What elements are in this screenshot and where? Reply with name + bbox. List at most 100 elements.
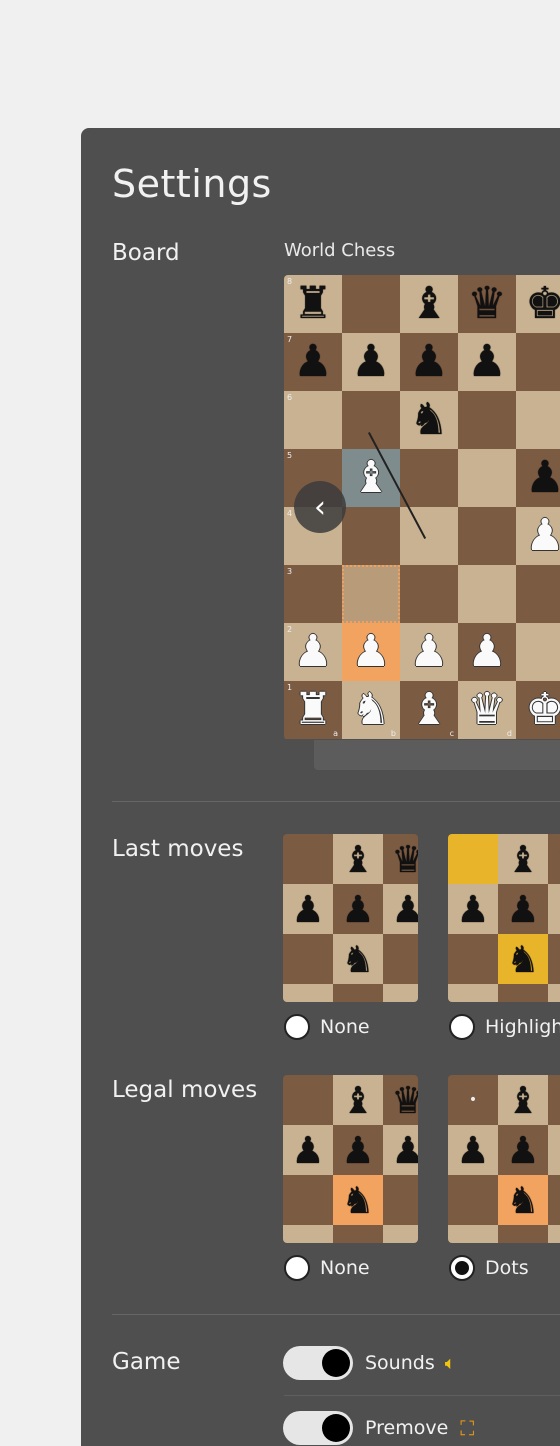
black-bishop-icon: ♝ xyxy=(341,837,375,881)
black-pawn-icon: ♟ xyxy=(506,1128,540,1172)
last-moves-none-preview[interactable]: ♝ ♛ ♟ ♟ ♟ ♞ xyxy=(283,834,418,1002)
black-pawn-icon: ♟ xyxy=(456,887,490,931)
sounds-toggle-row[interactable]: Sounds 🔈︎ xyxy=(283,1346,456,1380)
square-d3 xyxy=(458,565,516,623)
square-d8: ♛ xyxy=(458,275,516,333)
legal-moves-none-option[interactable]: None xyxy=(284,1255,370,1281)
square-b1: ♞ b xyxy=(342,681,400,739)
black-pawn-icon: ♟ xyxy=(467,336,507,387)
black-knight-icon: ♞ xyxy=(341,937,375,981)
black-pawn-icon: ♟ xyxy=(409,336,449,387)
black-bishop-icon: ♝ xyxy=(341,1078,375,1122)
black-knight-icon: ♞ xyxy=(506,937,540,981)
square-b8 xyxy=(342,275,400,333)
black-pawn-icon: ♟ xyxy=(391,887,418,931)
square-c8: ♝ xyxy=(400,275,458,333)
legal-moves-dots-preview[interactable]: • ♝ ♟ ♟ ♞ xyxy=(448,1075,560,1243)
white-bishop-icon: ♝ xyxy=(409,684,449,735)
square-e4: ♟ xyxy=(516,507,560,565)
square-c5 xyxy=(400,449,458,507)
black-pawn-icon: ♟ xyxy=(291,887,325,931)
square-b7: ♟ xyxy=(342,333,400,391)
square-d7: ♟ xyxy=(458,333,516,391)
radio-button[interactable] xyxy=(284,1014,310,1040)
square-e5: ♟ xyxy=(516,449,560,507)
black-rook-icon: ♜ xyxy=(293,278,333,329)
black-queen-icon: ♛ xyxy=(467,278,507,329)
square-b3-last-move xyxy=(342,565,400,623)
white-pawn-icon: ♟ xyxy=(467,626,507,677)
settings-panel: Settings Board World Chess 8 ♜ ♝ ♛ ♚ 7 ♟ ♟… xyxy=(81,128,560,1446)
game-section-label: Game xyxy=(112,1349,181,1375)
divider xyxy=(112,1314,560,1315)
sounds-toggle[interactable] xyxy=(283,1346,353,1380)
black-pawn-icon: ♟ xyxy=(341,887,375,931)
square-a2: 2 ♟ xyxy=(284,623,342,681)
white-queen-icon: ♛ xyxy=(467,684,507,735)
square-c7: ♟ xyxy=(400,333,458,391)
radio-button[interactable] xyxy=(449,1014,475,1040)
square-a8: 8 ♜ xyxy=(284,275,342,333)
black-pawn-icon: ♟ xyxy=(293,336,333,387)
square-a6: 6 xyxy=(284,391,342,449)
black-pawn-icon: ♟ xyxy=(391,1128,418,1172)
legal-moves-dots-option[interactable]: Dots xyxy=(449,1255,529,1281)
white-pawn-icon: ♟ xyxy=(293,626,333,677)
black-pawn-icon: ♟ xyxy=(341,1128,375,1172)
square-d5 xyxy=(458,449,516,507)
square-d2: ♟ xyxy=(458,623,516,681)
black-king-icon: ♚ xyxy=(525,278,560,329)
square-b2-selected: ♟ xyxy=(342,623,400,681)
last-moves-highlight-preview[interactable]: ♝ ♛ ♟ ♟ ♞ xyxy=(448,834,560,1002)
white-pawn-icon: ♟ xyxy=(351,626,391,677)
move-dot-icon: • xyxy=(468,1092,478,1108)
square-d6 xyxy=(458,391,516,449)
black-knight-icon: ♞ xyxy=(341,1178,375,1222)
speaker-icon: 🔈︎ xyxy=(444,1352,456,1374)
square-e7 xyxy=(516,333,560,391)
page-title: Settings xyxy=(112,162,272,206)
last-moves-highlight-option[interactable]: Highlight xyxy=(449,1014,560,1040)
premove-toggle-row[interactable]: Premove ⛶ xyxy=(283,1411,474,1445)
white-pawn-icon: ♟ xyxy=(525,510,560,561)
board-stack-shadow xyxy=(314,740,560,770)
square-a1: 1 ♜ a xyxy=(284,681,342,739)
square-e1: ♚ xyxy=(516,681,560,739)
white-pawn-icon: ♟ xyxy=(409,626,449,677)
square-b4 xyxy=(342,507,400,565)
black-queen-icon: ♛ xyxy=(391,1078,418,1122)
chevron-left-icon[interactable]: ‹ xyxy=(294,481,346,533)
square-e6 xyxy=(516,391,560,449)
radio-button-selected[interactable] xyxy=(449,1255,475,1281)
radio-button[interactable] xyxy=(284,1255,310,1281)
square-c6: ♞ xyxy=(400,391,458,449)
black-pawn-icon: ♟ xyxy=(456,1128,490,1172)
square-c4 xyxy=(400,507,458,565)
white-king-icon: ♚ xyxy=(525,684,560,735)
premove-toggle[interactable] xyxy=(283,1411,353,1445)
black-pawn-icon: ♟ xyxy=(525,452,560,503)
square-e8: ♚ xyxy=(516,275,560,333)
legal-moves-label: Legal moves xyxy=(112,1077,258,1103)
square-e3 xyxy=(516,565,560,623)
black-bishop-icon: ♝ xyxy=(409,278,449,329)
black-bishop-icon: ♝ xyxy=(506,837,540,881)
square-c1: ♝ c xyxy=(400,681,458,739)
white-knight-icon: ♞ xyxy=(351,684,391,735)
divider xyxy=(284,1395,560,1396)
square-e2 xyxy=(516,623,560,681)
square-a3: 3 xyxy=(284,565,342,623)
legal-moves-none-preview[interactable]: ♝ ♛ ♟ ♟ ♟ ♞ xyxy=(283,1075,418,1243)
white-rook-icon: ♜ xyxy=(293,684,333,735)
black-queen-icon: ♛ xyxy=(391,837,418,881)
black-queen-icon: ♛ xyxy=(556,841,560,878)
square-c3 xyxy=(400,565,458,623)
black-pawn-icon: ♟ xyxy=(351,336,391,387)
black-pawn-icon: ♟ xyxy=(291,1128,325,1172)
square-c2: ♟ xyxy=(400,623,458,681)
last-moves-none-option[interactable]: None xyxy=(284,1014,370,1040)
board-section-label: Board xyxy=(112,240,180,266)
square-d4 xyxy=(458,507,516,565)
square-d1: ♛ d xyxy=(458,681,516,739)
board-theme-name: World Chess xyxy=(284,240,396,261)
